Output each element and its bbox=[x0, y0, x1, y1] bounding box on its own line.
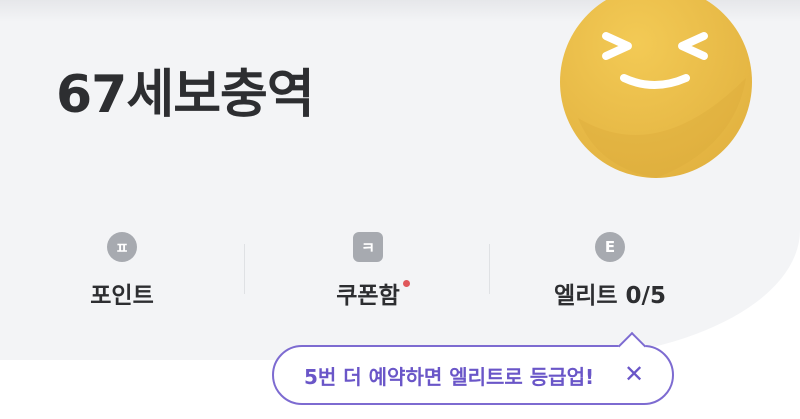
divider bbox=[489, 244, 490, 294]
points-icon: ㅍ bbox=[107, 232, 137, 262]
profile-card: 67세보충역 ㅍ 포인트 ㅋ 쿠폰함 E 엘리트 0/5 bbox=[0, 0, 800, 360]
divider bbox=[244, 244, 245, 294]
new-indicator-dot bbox=[402, 280, 410, 287]
close-icon[interactable]: ✕ bbox=[618, 358, 650, 390]
coupon-box-item[interactable]: ㅋ 쿠폰함 bbox=[268, 232, 468, 310]
elite-icon: E bbox=[595, 232, 625, 262]
points-label: 포인트 bbox=[90, 283, 154, 309]
points-item[interactable]: ㅍ 포인트 bbox=[22, 232, 222, 310]
coupon-label: 쿠폰함 bbox=[336, 283, 400, 309]
coupon-label-wrap: 쿠폰함 bbox=[336, 276, 410, 310]
upgrade-tooltip: 5번 더 예약하면 엘리트로 등급업! ✕ bbox=[272, 331, 674, 405]
user-grade-title: 67세보충역 bbox=[56, 65, 315, 125]
tooltip-text: 5번 더 예약하면 엘리트로 등급업! bbox=[304, 364, 595, 389]
elite-progress-label: 엘리트 0/5 bbox=[554, 283, 666, 309]
smiling-face-icon bbox=[560, 0, 752, 178]
elite-grade-item[interactable]: E 엘리트 0/5 bbox=[510, 232, 710, 310]
coupon-icon: ㅋ bbox=[353, 232, 383, 262]
